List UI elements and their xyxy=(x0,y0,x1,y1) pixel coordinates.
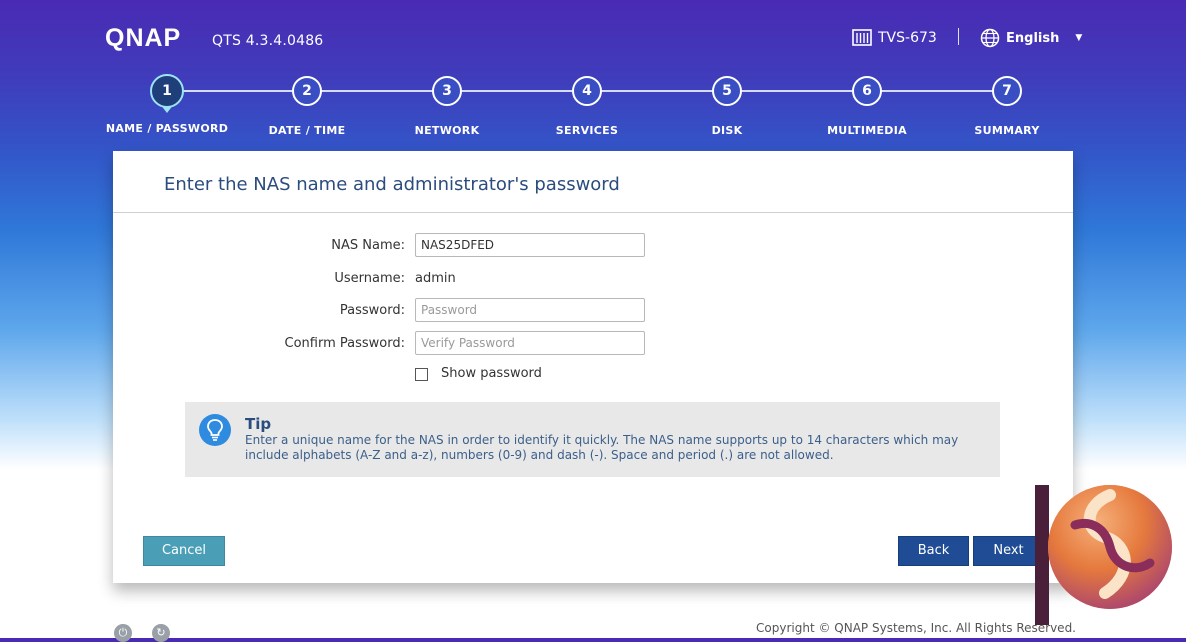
tip-title: Tip xyxy=(245,415,272,433)
step-summary: 7 SUMMARY xyxy=(937,76,1077,137)
step-number: 7 xyxy=(992,76,1022,106)
step-disk: 5 DISK xyxy=(657,76,797,137)
password-label: Password: xyxy=(339,303,405,318)
step-number: 2 xyxy=(292,76,322,106)
username-label: Username: xyxy=(334,271,405,286)
page-title: Enter the NAS name and administrator's p… xyxy=(164,174,620,195)
nas-device-icon xyxy=(852,29,872,46)
globe-icon xyxy=(980,28,1000,48)
language-label: English xyxy=(1006,30,1060,46)
copyright-text: Copyright © QNAP Systems, Inc. All Right… xyxy=(756,621,1076,635)
step-number: 3 xyxy=(432,76,462,106)
confirm-password-input[interactable] xyxy=(415,331,645,355)
step-label: MULTIMEDIA xyxy=(827,124,907,137)
chevron-down-icon: ▼ xyxy=(1075,33,1083,43)
step-label: SERVICES xyxy=(555,124,619,137)
lightbulb-icon xyxy=(199,414,231,446)
step-services: 4 SERVICES xyxy=(517,76,657,137)
tip-text: Enter a unique name for the NAS in order… xyxy=(245,433,959,462)
step-label: DATE / TIME xyxy=(268,124,346,137)
step-number: 6 xyxy=(852,76,882,106)
step-number: 4 xyxy=(572,76,602,106)
cancel-button[interactable]: Cancel xyxy=(143,536,225,566)
step-date-time: 2 DATE / TIME xyxy=(237,76,377,137)
step-label: NETWORK xyxy=(414,124,480,137)
step-number: 5 xyxy=(712,76,742,106)
step-label: DISK xyxy=(711,124,743,137)
show-password-label[interactable]: Show password xyxy=(441,366,542,381)
svg-text:QNAP: QNAP xyxy=(105,24,181,52)
qnap-logo: QNAP xyxy=(105,24,181,52)
title-divider xyxy=(113,212,1073,213)
power-icon[interactable]: ⏻ xyxy=(114,624,132,642)
step-name-password: 1 NAME / PASSWORD xyxy=(97,74,237,135)
step-label: NAME / PASSWORD xyxy=(105,122,229,135)
password-input[interactable] xyxy=(415,298,645,322)
header-divider xyxy=(958,28,959,45)
back-button[interactable]: Back xyxy=(898,536,969,566)
username-value: admin xyxy=(415,271,456,286)
step-number: 1 xyxy=(150,74,184,108)
step-multimedia: 6 MULTIMEDIA xyxy=(797,76,937,137)
site-logo-watermark xyxy=(1035,485,1172,625)
show-password-checkbox[interactable] xyxy=(415,368,428,381)
confirm-password-label: Confirm Password: xyxy=(284,336,405,351)
nas-name-label: NAS Name: xyxy=(331,238,405,253)
step-label: SUMMARY xyxy=(974,124,1040,137)
model-name: TVS-673 xyxy=(878,29,937,46)
setup-card: Enter the NAS name and administrator's p… xyxy=(113,151,1073,583)
top-bar: QNAP QTS 4.3.4.0486 TVS-673 English ▼ xyxy=(0,0,1186,75)
nas-name-input[interactable] xyxy=(415,233,645,257)
next-button[interactable]: Next xyxy=(973,536,1044,566)
device-model: TVS-673 xyxy=(852,29,937,46)
tip-box: Tip Enter a unique name for the NAS in o… xyxy=(185,402,1000,477)
language-selector[interactable]: English ▼ xyxy=(980,28,1082,48)
restart-icon[interactable]: ↻ xyxy=(152,624,170,642)
step-network: 3 NETWORK xyxy=(377,76,517,137)
footer-icons: ⏻ ↻ xyxy=(114,624,170,642)
qts-version: QTS 4.3.4.0486 xyxy=(212,33,324,49)
